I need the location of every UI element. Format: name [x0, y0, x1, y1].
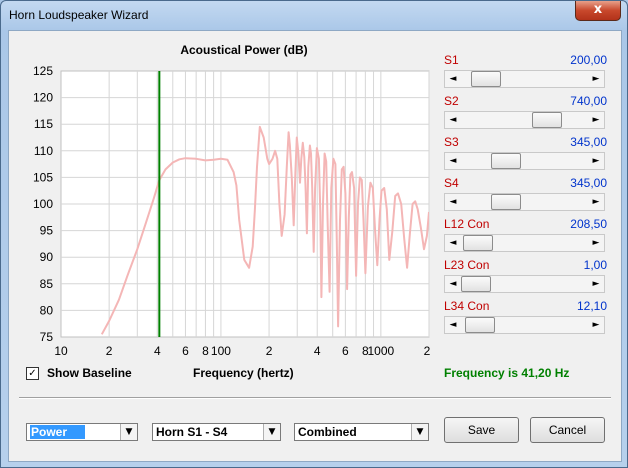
frequency-status: Frequency is 41,20 Hz — [444, 366, 570, 380]
slider-label: L23 Con — [444, 258, 490, 272]
slider-thumb[interactable] — [465, 317, 495, 333]
y-tick-label: 75 — [40, 330, 54, 344]
slider-track[interactable]: ◄ ► — [444, 193, 605, 211]
slider-thumb[interactable] — [532, 112, 562, 128]
arrow-left-icon[interactable]: ◄ — [446, 276, 460, 292]
arrow-right-icon[interactable]: ► — [589, 235, 603, 251]
arrow-left-icon[interactable]: ◄ — [446, 153, 460, 169]
y-tick-label: 95 — [40, 224, 54, 238]
slider-thumb[interactable] — [463, 235, 493, 251]
x-tick-label: 2 — [106, 344, 113, 358]
arrow-left-icon[interactable]: ◄ — [446, 194, 460, 210]
client-area: Acoustical Power (dB) 125 120 115 110 105 100… — [8, 30, 622, 462]
x-axis-label: Frequency (hertz) — [193, 366, 294, 380]
slider-track[interactable]: ◄ ► — [444, 316, 605, 334]
chevron-down-icon[interactable]: ▼ — [263, 424, 280, 440]
save-button[interactable]: Save — [444, 417, 519, 443]
close-button[interactable]: x — [575, 1, 621, 21]
y-tick-label: 115 — [34, 117, 53, 131]
arrow-right-icon[interactable]: ► — [589, 317, 603, 333]
arrow-right-icon[interactable]: ► — [589, 194, 603, 210]
cancel-button[interactable]: Cancel — [530, 417, 605, 443]
y-tick-label: 80 — [40, 303, 54, 317]
slider-label: S2 — [444, 94, 459, 108]
slider-thumb[interactable] — [491, 153, 521, 169]
slider-track[interactable]: ◄ ► — [444, 70, 605, 88]
slider-value: 12,10 — [576, 299, 607, 313]
slider-thumb[interactable] — [471, 71, 501, 87]
y-tick-label: 105 — [33, 170, 53, 184]
arrow-left-icon[interactable]: ◄ — [446, 235, 460, 251]
separator — [19, 397, 611, 399]
slider-thumb[interactable] — [461, 276, 491, 292]
y-tick-label: 85 — [40, 277, 54, 291]
title-bar[interactable]: Horn Loudspeaker Wizard x — [1, 1, 627, 29]
slider-value: 208,50 — [570, 217, 607, 231]
horn-select[interactable]: Horn S1 - S4 ▼ — [152, 423, 281, 441]
slider-label: S3 — [444, 135, 459, 149]
window-title: Horn Loudspeaker Wizard — [9, 8, 149, 22]
x-tick-label: 1000 — [368, 344, 395, 358]
view-select[interactable]: Combined ▼ — [294, 423, 429, 441]
y-tick-label: 100 — [33, 197, 53, 211]
slider-track[interactable]: ◄ ► — [444, 234, 605, 252]
x-tick-label: 8 — [202, 344, 209, 358]
slider-value: 740,00 — [570, 94, 607, 108]
x-tick-label: 4 — [154, 344, 161, 358]
x-tick-label: 2 — [424, 344, 431, 358]
x-tick-label: 6 — [182, 344, 189, 358]
arrow-left-icon[interactable]: ◄ — [446, 317, 460, 333]
x-tick-label: 6 — [342, 344, 349, 358]
chevron-down-icon[interactable]: ▼ — [411, 424, 428, 440]
y-tick-label: 90 — [40, 250, 54, 264]
wizard-window: Horn Loudspeaker Wizard x Acoustical Pow… — [0, 0, 628, 468]
slider-track[interactable]: ◄ ► — [444, 111, 605, 129]
chevron-down-icon[interactable]: ▼ — [120, 424, 137, 440]
slider-label: L12 Con — [444, 217, 490, 231]
x-tick-label: 2 — [266, 344, 273, 358]
slider-track[interactable]: ◄ ► — [444, 152, 605, 170]
mode-select[interactable]: Power ▼ — [26, 423, 138, 441]
mode-select-value: Power — [30, 425, 86, 439]
slider-value: 200,00 — [570, 53, 607, 67]
slider-label: S1 — [444, 53, 459, 67]
slider-thumb[interactable] — [491, 194, 521, 210]
arrow-right-icon[interactable]: ► — [589, 112, 603, 128]
arrow-left-icon[interactable]: ◄ — [446, 112, 460, 128]
y-tick-label: 125 — [33, 64, 53, 78]
horn-select-value: Horn S1 - S4 — [156, 425, 228, 439]
x-tick-label: 100 — [211, 344, 231, 358]
arrow-right-icon[interactable]: ► — [589, 153, 603, 169]
slider-label: L34 Con — [444, 299, 490, 313]
y-tick-label: 120 — [33, 91, 53, 105]
slider-value: 345,00 — [570, 176, 607, 190]
arrow-right-icon[interactable]: ► — [589, 276, 603, 292]
slider-value: 1,00 — [583, 258, 607, 272]
arrow-left-icon[interactable]: ◄ — [446, 71, 460, 87]
show-baseline-checkbox[interactable]: ✓ — [26, 367, 39, 380]
slider-label: S4 — [444, 176, 459, 190]
arrow-right-icon[interactable]: ► — [589, 71, 603, 87]
x-tick-label: 4 — [314, 344, 321, 358]
slider-value: 345,00 — [570, 135, 607, 149]
y-tick-label: 110 — [34, 144, 53, 158]
slider-track[interactable]: ◄ ► — [444, 275, 605, 293]
show-baseline-label[interactable]: Show Baseline — [47, 366, 132, 380]
x-tick-label: 10 — [54, 344, 68, 358]
view-select-value: Combined — [298, 425, 357, 439]
